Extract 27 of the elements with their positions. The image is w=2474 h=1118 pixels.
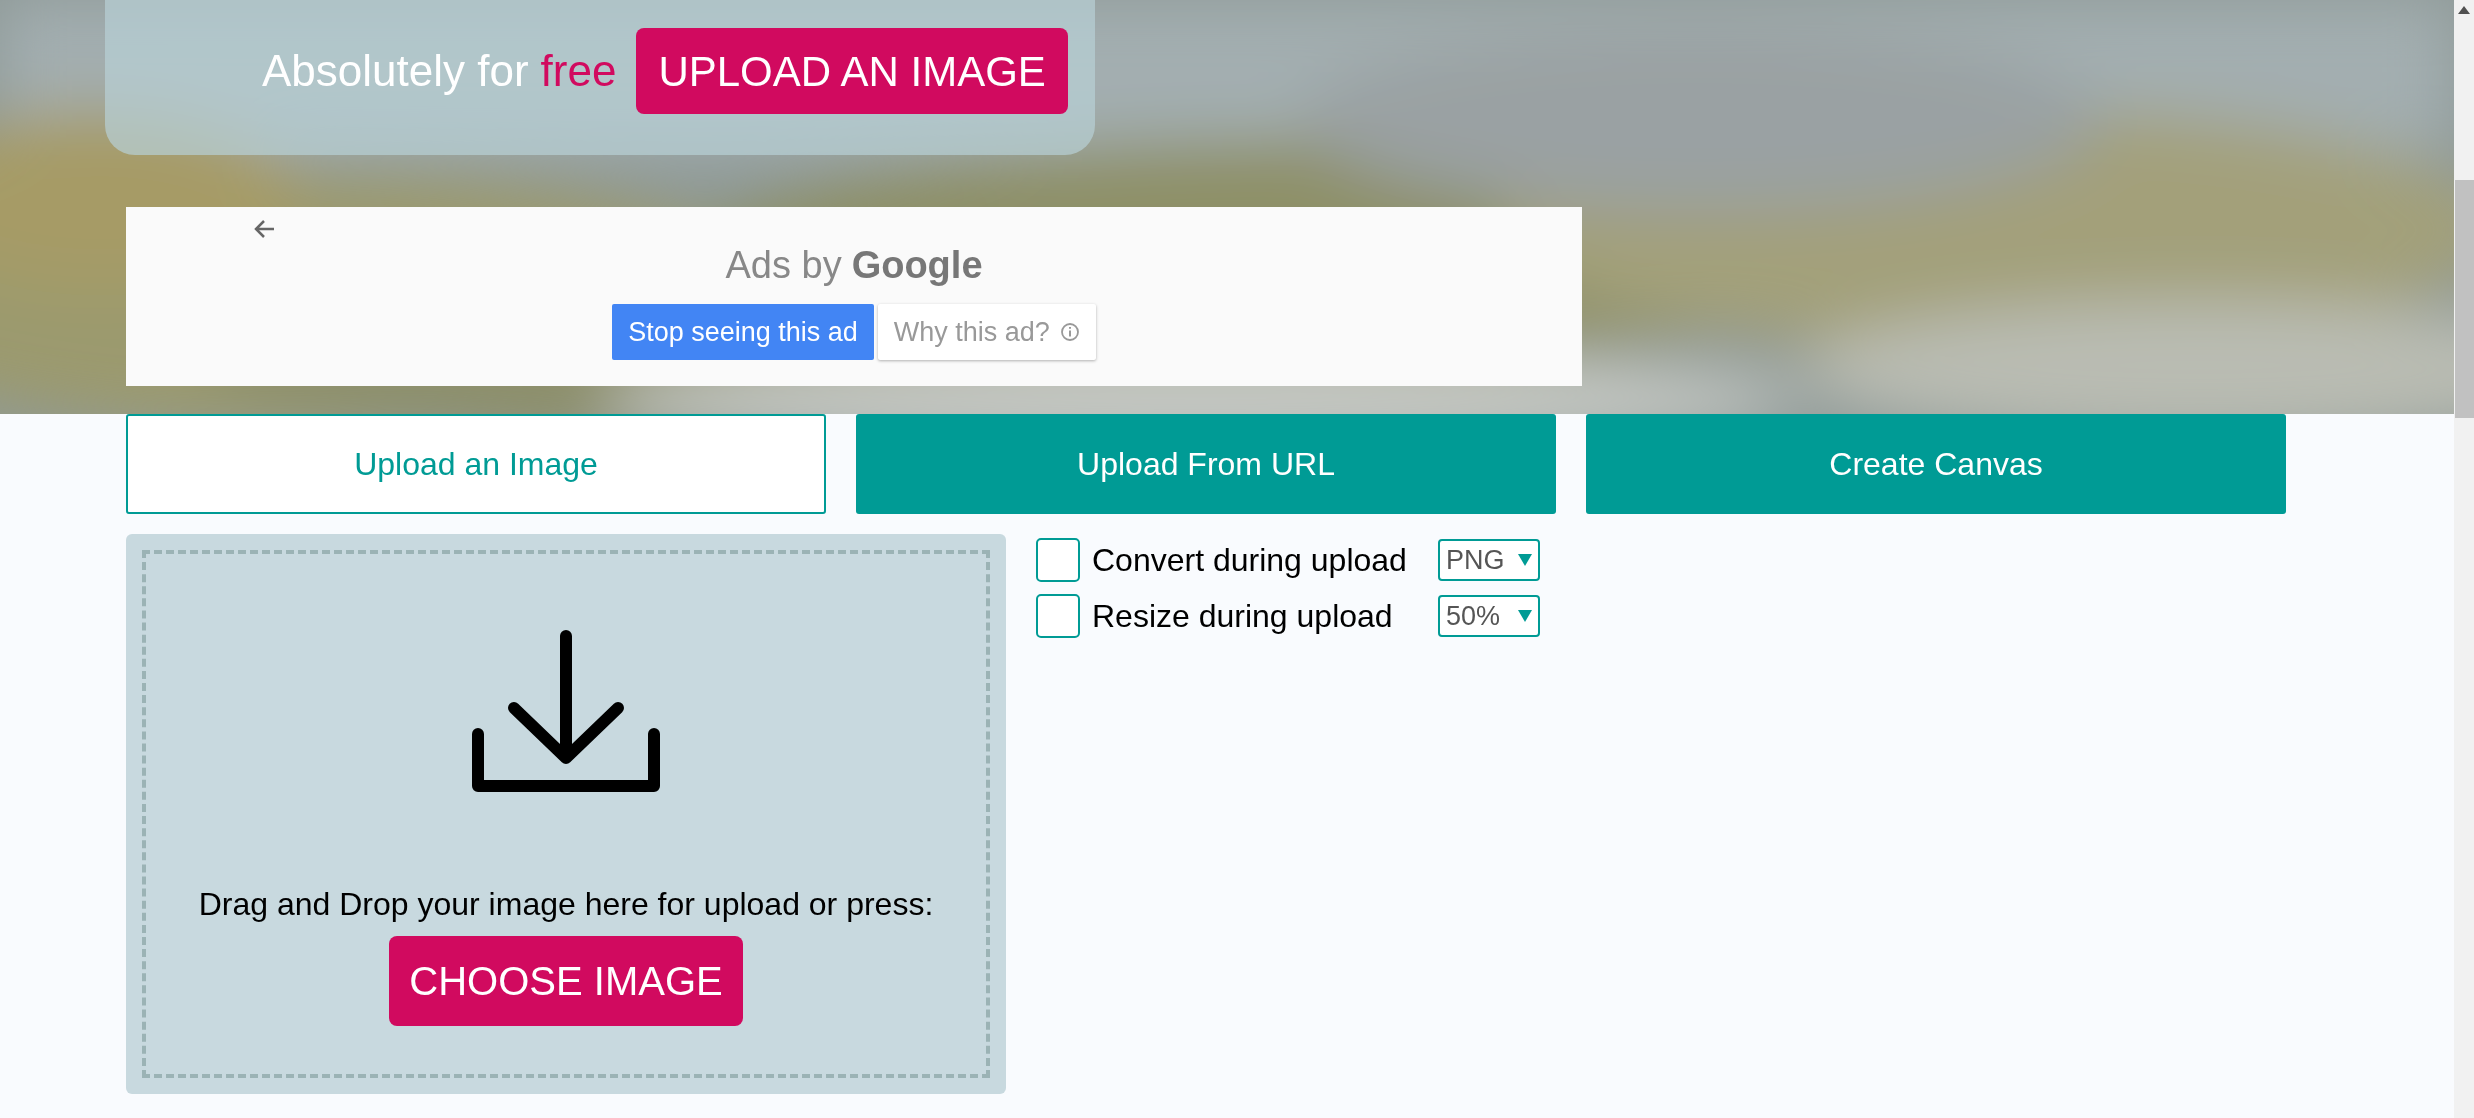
- scroll-up-icon[interactable]: [2458, 6, 2470, 14]
- dropdown-caret-icon: [1518, 554, 1532, 566]
- scrollbar-thumb[interactable]: [2454, 180, 2474, 418]
- tab[interactable]: Upload From URL: [856, 414, 1556, 514]
- option-label: Resize during upload: [1092, 597, 1394, 636]
- select-dropdown[interactable]: 50%: [1438, 595, 1540, 637]
- stop-ad-button[interactable]: Stop seeing this ad: [612, 304, 874, 360]
- download-icon: [472, 630, 660, 792]
- drop-zone[interactable]: Drag and Drop your image here for upload or press: CHOOSE IMAGE: [126, 534, 1006, 1094]
- info-icon: [1059, 322, 1080, 342]
- upload-image-button[interactable]: UPLOAD AN IMAGE: [636, 28, 1068, 114]
- scrollbar[interactable]: [2454, 0, 2474, 1118]
- why-ad-button[interactable]: Why this ad?: [877, 304, 1096, 360]
- drop-instruction: Drag and Drop your image here for upload or press:: [198, 885, 934, 924]
- ad-label: Ads by: [725, 243, 842, 288]
- tagline: Absolutely for: [262, 45, 529, 97]
- checkbox[interactable]: [1036, 594, 1080, 638]
- tab[interactable]: Upload an Image: [126, 414, 826, 514]
- select-dropdown[interactable]: PNG: [1438, 539, 1540, 581]
- back-arrow-icon[interactable]: [254, 219, 276, 239]
- dropdown-caret-icon: [1518, 610, 1532, 622]
- brand-name: Google: [851, 243, 983, 288]
- checkbox[interactable]: [1036, 538, 1080, 582]
- tab[interactable]: Create Canvas: [1586, 414, 2286, 514]
- highlight-word: free: [540, 45, 617, 97]
- choose-image-button[interactable]: CHOOSE IMAGE: [389, 936, 743, 1026]
- option-label: Convert during upload: [1092, 541, 1408, 580]
